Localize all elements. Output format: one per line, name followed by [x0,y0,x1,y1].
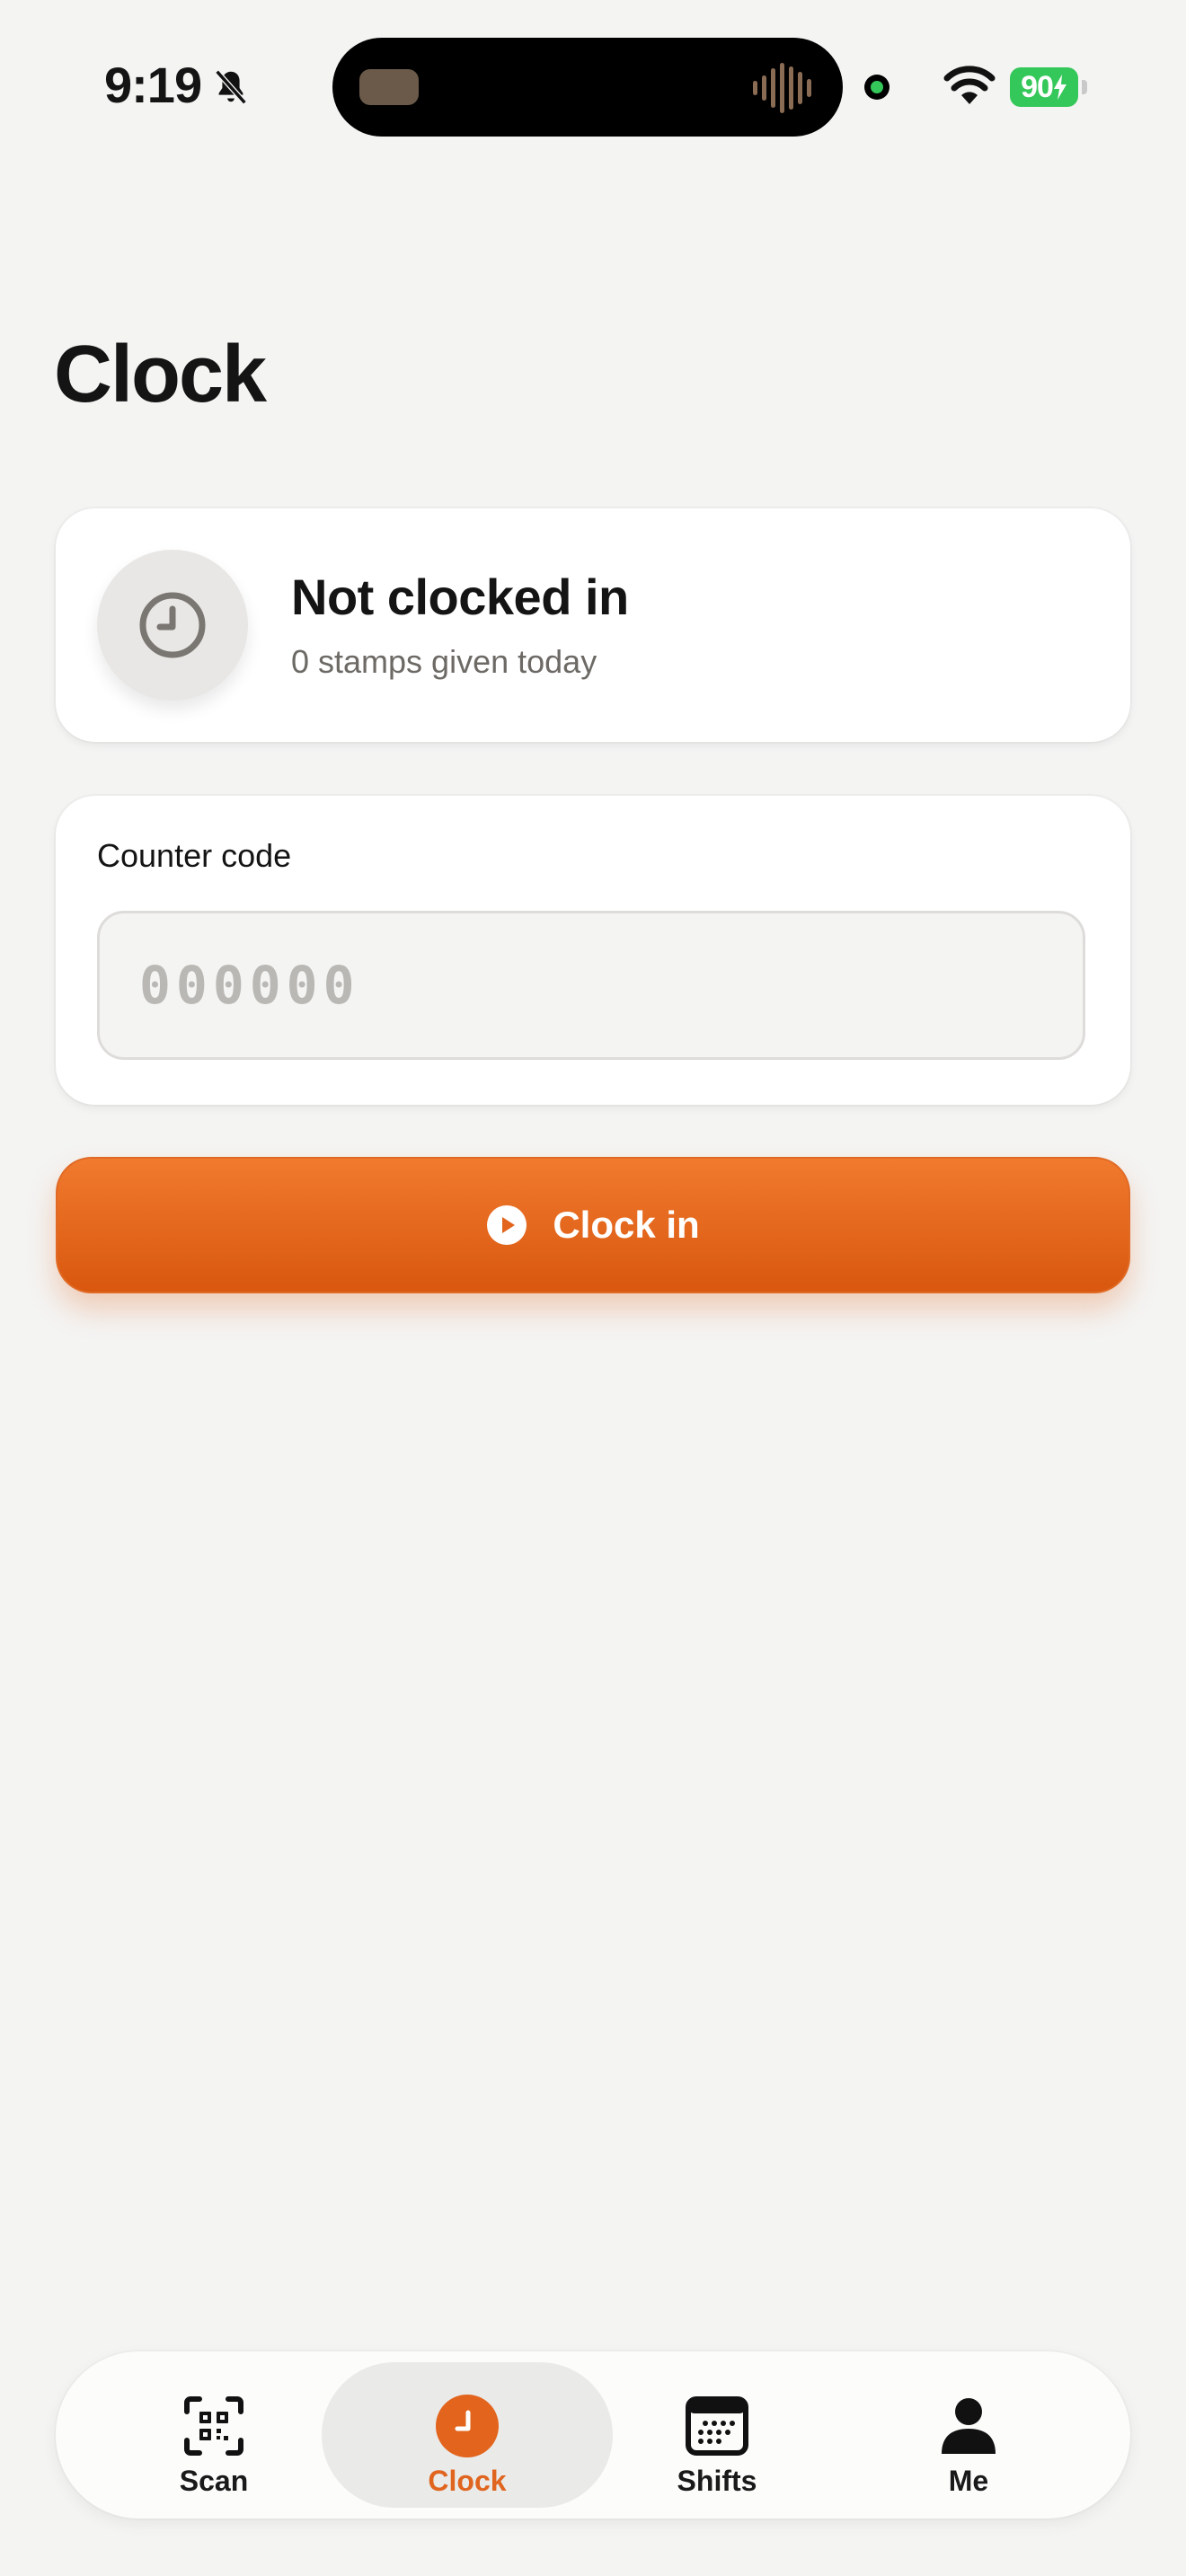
tab-me[interactable]: Me [834,2362,1103,2508]
status-bar: 9:19 90 [0,0,1186,171]
silent-bell-icon [215,69,247,105]
counter-code-label: Counter code [97,837,292,874]
clock-tab-icon [436,2395,499,2457]
clock-status-card: Not clocked in 0 stamps given today [56,508,1130,742]
person-icon [937,2395,1000,2457]
clock-status-badge [97,550,248,701]
battery-percent: 90 [1021,69,1054,104]
audio-waveform-icon [753,63,811,113]
counter-code-input[interactable] [97,911,1085,1060]
media-thumbnail [359,69,419,105]
status-time: 9:19 [104,57,202,113]
tab-clock[interactable]: Clock [322,2362,613,2508]
page-title: Clock [54,330,267,419]
tab-scan[interactable]: Scan [79,2362,349,2508]
clock-status-title: Not clocked in [291,569,629,625]
play-circle-icon [487,1205,527,1245]
wifi-icon [943,66,996,104]
tab-clock-label: Clock [428,2465,507,2497]
qr-scan-icon [182,2395,245,2457]
tab-bar: Scan Clock Shifts Me [56,2351,1130,2519]
dynamic-island [332,38,843,137]
battery-cap [1082,80,1087,94]
clock-icon [139,592,206,658]
clock-in-label: Clock in [553,1204,700,1246]
camera-indicator-icon [864,75,890,100]
calendar-icon [686,2395,748,2457]
tab-scan-label: Scan [179,2465,249,2497]
clock-in-button[interactable]: Clock in [56,1157,1130,1293]
charging-bolt-icon [1053,75,1067,100]
tab-me-label: Me [948,2465,989,2497]
battery-level: 90 [1010,67,1078,107]
counter-code-card: Counter code [56,796,1130,1105]
stamps-today-count: 0 stamps given today [291,643,597,680]
tab-shifts[interactable]: Shifts [582,2362,852,2508]
tab-shifts-label: Shifts [677,2465,757,2497]
